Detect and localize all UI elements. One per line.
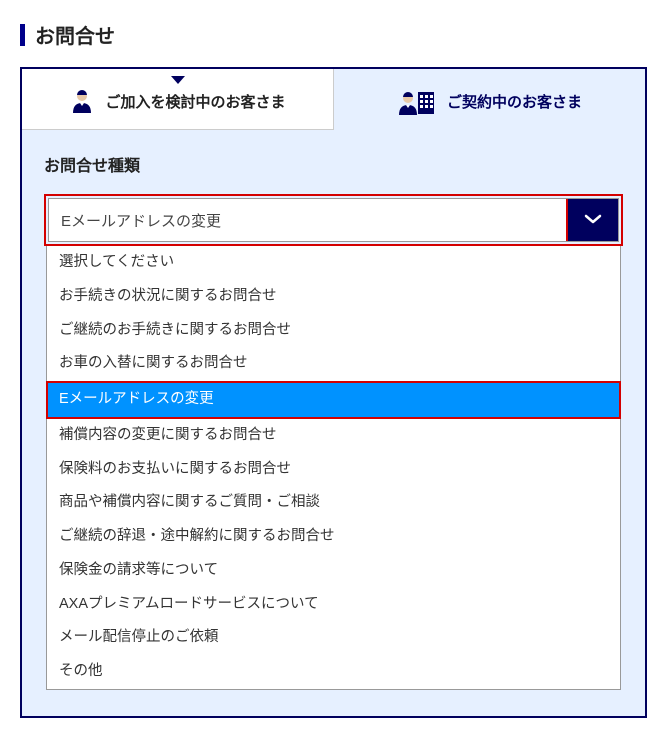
- inquiry-type-section: お問合せ種類 Eメールアドレスの変更 選択してくださいお手続きの状況に関するお問…: [22, 130, 645, 716]
- dropdown-option[interactable]: ご継続の辞退・途中解約に関するお問合せ: [47, 520, 620, 554]
- tab-prospective-customer[interactable]: ご加入を検討中のお客さま: [22, 69, 334, 130]
- dropdown-option[interactable]: お手続きの状況に関するお問合せ: [47, 280, 620, 314]
- page-title: お問合せ: [35, 20, 115, 49]
- person-building-icon: [397, 88, 437, 116]
- inquiry-type-select[interactable]: Eメールアドレスの変更: [48, 198, 619, 242]
- dropdown-option[interactable]: AXAプレミアムロードサービスについて: [47, 588, 620, 622]
- dropdown-option[interactable]: 商品や補償内容に関するご質問・ご相談: [47, 486, 620, 520]
- select-value: Eメールアドレスの変更: [49, 199, 566, 241]
- dropdown-option[interactable]: 保険料のお支払いに関するお問合せ: [47, 453, 620, 487]
- chevron-down-icon: [584, 211, 602, 229]
- dropdown-option[interactable]: 保険金の請求等について: [47, 554, 620, 588]
- page-title-wrap: お問合せ: [20, 20, 647, 49]
- dropdown-option[interactable]: ご継続のお手続きに関するお問合せ: [47, 314, 620, 348]
- section-title: お問合せ種類: [44, 152, 623, 176]
- dropdown-option[interactable]: お車の入替に関するお問合せ: [47, 347, 620, 381]
- dropdown-option[interactable]: 選択してください: [47, 246, 620, 280]
- tab-label: ご加入を検討中のお客さま: [105, 91, 285, 112]
- person-icon: [69, 87, 95, 115]
- select-arrow-button[interactable]: [566, 199, 618, 241]
- dropdown-option[interactable]: 補償内容の変更に関するお問合せ: [47, 419, 620, 453]
- inquiry-type-dropdown[interactable]: 選択してくださいお手続きの状況に関するお問合せご継続のお手続きに関するお問合せお…: [46, 246, 621, 690]
- title-accent-bar: [20, 24, 25, 46]
- tab-contracted-customer[interactable]: ご契約中のお客さま: [334, 69, 645, 130]
- inquiry-panel: ご加入を検討中のお客さま: [20, 67, 647, 718]
- tabs: ご加入を検討中のお客さま: [22, 69, 645, 130]
- tab-label: ご契約中のお客さま: [447, 91, 582, 112]
- inquiry-type-select-highlight: Eメールアドレスの変更: [44, 194, 623, 246]
- caret-down-icon: [171, 71, 185, 88]
- dropdown-option[interactable]: Eメールアドレスの変更: [46, 381, 621, 419]
- dropdown-option[interactable]: その他: [47, 655, 620, 689]
